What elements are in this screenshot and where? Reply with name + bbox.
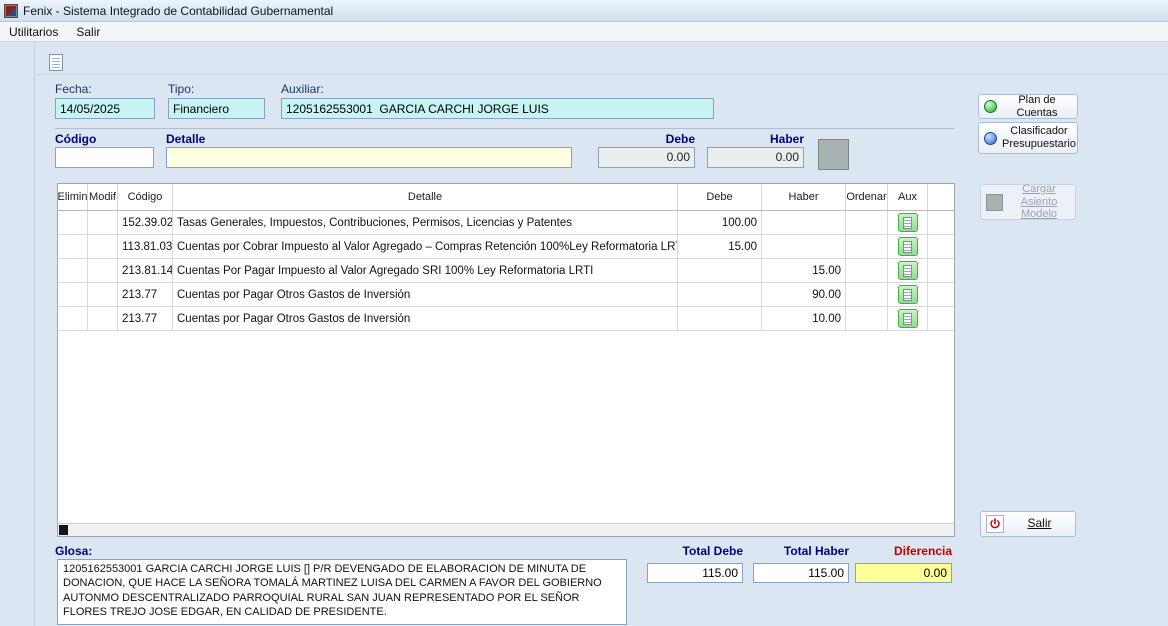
grid-header-row: Elimin Modif Código Detalle Debe Haber O… [58, 184, 954, 211]
scrollbar-thumb[interactable] [59, 525, 68, 535]
row-detalle: Cuentas por Cobrar Impuesto al Valor Agr… [173, 235, 678, 258]
row-codigo: 213.81.14 [118, 259, 173, 282]
aux-document-icon [903, 313, 912, 325]
row-haber: 90.00 [762, 283, 846, 306]
tipo-field[interactable] [168, 98, 265, 119]
aux-button[interactable] [898, 309, 918, 328]
aux-document-icon [903, 289, 912, 301]
row-debe [678, 259, 762, 282]
row-debe [678, 307, 762, 330]
row-detalle: Cuentas Por Pagar Impuesto al Valor Agre… [173, 259, 678, 282]
row-detalle: Cuentas por Pagar Otros Gastos de Invers… [173, 283, 678, 306]
table-row[interactable]: 213.77 Cuentas por Pagar Otros Gastos de… [58, 283, 954, 307]
total-haber-label: Total Haber [753, 544, 849, 558]
toolbar-divider [36, 74, 1168, 75]
salir-button[interactable]: Salir [980, 511, 1076, 537]
diferencia-label: Diferencia [855, 544, 952, 558]
diferencia-field: 0.00 [855, 563, 952, 583]
row-codigo: 213.77 [118, 283, 173, 306]
app-window: Fenix - Sistema Integrado de Contabilida… [0, 0, 1168, 626]
debe-label: Debe [598, 132, 695, 146]
total-debe-field: 115.00 [647, 563, 743, 583]
header-haber: Haber [762, 184, 846, 210]
table-row[interactable]: 213.77 Cuentas por Pagar Otros Gastos de… [58, 307, 954, 331]
row-haber: 15.00 [762, 259, 846, 282]
app-icon [4, 4, 18, 18]
aux-document-icon [903, 265, 912, 277]
window-title: Fenix - Sistema Integrado de Contabilida… [23, 4, 333, 18]
table-row[interactable]: 152.39.02 Tasas Generales, Impuestos, Co… [58, 211, 954, 235]
row-detalle: Tasas Generales, Impuestos, Contribucion… [173, 211, 678, 234]
new-entry-button[interactable] [44, 50, 68, 74]
fecha-field[interactable] [55, 98, 155, 119]
row-codigo: 213.77 [118, 307, 173, 330]
row-haber [762, 235, 846, 258]
horizontal-scrollbar[interactable] [58, 523, 954, 536]
entries-grid: Elimin Modif Código Detalle Debe Haber O… [57, 183, 955, 537]
row-haber [762, 211, 846, 234]
menu-salir[interactable]: Salir [67, 23, 109, 41]
header-elimin: Elimin [58, 184, 88, 210]
left-panel-strip [0, 42, 35, 626]
aux-button[interactable] [898, 213, 918, 232]
plan-de-cuentas-button[interactable]: Plan de Cuentas [978, 94, 1078, 119]
total-debe-label: Total Debe [647, 544, 743, 558]
titlebar: Fenix - Sistema Integrado de Contabilida… [0, 0, 1168, 22]
power-icon [986, 515, 1004, 533]
auxiliar-label: Auxiliar: [281, 82, 324, 96]
total-haber-field: 115.00 [753, 563, 849, 583]
table-row[interactable]: 213.81.14 Cuentas Por Pagar Impuesto al … [58, 259, 954, 283]
detalle-label: Detalle [166, 132, 205, 146]
menubar: Utilitarios Salir [0, 22, 1168, 42]
row-detalle: Cuentas por Pagar Otros Gastos de Invers… [173, 307, 678, 330]
add-entry-button[interactable] [818, 139, 849, 170]
tipo-label: Tipo: [168, 82, 194, 96]
header-modif: Modif [88, 184, 118, 210]
glosa-textarea[interactable]: 1205162553001 GARCIA CARCHI JORGE LUIS [… [57, 559, 627, 625]
aux-document-icon [903, 217, 912, 229]
haber-field: 0.00 [707, 147, 804, 168]
table-row[interactable]: 113.81.03 Cuentas por Cobrar Impuesto al… [58, 235, 954, 259]
row-codigo: 152.39.02 [118, 211, 173, 234]
header-aux: Aux [888, 184, 928, 210]
row-codigo: 113.81.03 [118, 235, 173, 258]
aux-document-icon [903, 241, 912, 253]
clasificador-presupuestario-button[interactable]: Clasificador Presupuestario [978, 122, 1078, 154]
header-ordenar: Ordenar [846, 184, 888, 210]
codigo-label: Código [55, 132, 96, 146]
glosa-label: Glosa: [55, 544, 92, 558]
header-detalle: Detalle [173, 184, 678, 210]
aux-button[interactable] [898, 261, 918, 280]
aux-button[interactable] [898, 237, 918, 256]
menu-utilitarios[interactable]: Utilitarios [0, 23, 67, 41]
haber-label: Haber [707, 132, 804, 146]
detalle-input[interactable] [166, 147, 572, 168]
row-haber: 10.00 [762, 307, 846, 330]
codigo-input[interactable] [55, 147, 154, 168]
fecha-label: Fecha: [55, 82, 92, 96]
cargar-asiento-icon [986, 194, 1003, 211]
header-debe: Debe [678, 184, 762, 210]
clasificador-globe-icon [984, 132, 997, 145]
row-debe [678, 283, 762, 306]
header-codigo: Código [118, 184, 173, 210]
new-document-icon [49, 54, 63, 71]
cargar-asiento-modelo-button[interactable]: Cargar Asiento Modelo [980, 184, 1076, 220]
form-divider [55, 128, 954, 129]
row-debe: 15.00 [678, 235, 762, 258]
row-debe: 100.00 [678, 211, 762, 234]
auxiliar-field[interactable] [281, 98, 714, 119]
debe-field: 0.00 [598, 147, 695, 168]
plan-cuentas-globe-icon [984, 100, 997, 113]
aux-button[interactable] [898, 285, 918, 304]
